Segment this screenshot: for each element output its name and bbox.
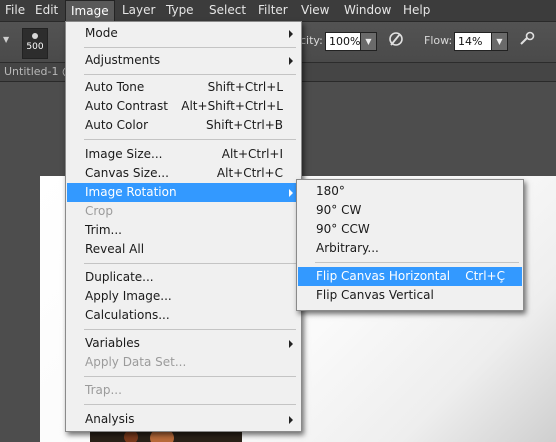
shortcut-text: Alt+Shift+Ctrl+L bbox=[181, 99, 283, 113]
flow-dropdown[interactable]: ▼ bbox=[491, 32, 508, 51]
opacity-field[interactable]: 100% bbox=[325, 32, 361, 51]
airbrush-icon[interactable] bbox=[516, 30, 538, 52]
menu-select[interactable]: Select bbox=[204, 0, 251, 21]
shortcut-text: Shift+Ctrl+B bbox=[206, 118, 283, 132]
menu-item-rotate-90-ccw[interactable]: 90° CCW bbox=[298, 220, 522, 239]
brush-size-value: 500 bbox=[26, 42, 44, 52]
menu-edit[interactable]: Edit bbox=[30, 0, 63, 21]
brush-preset-picker[interactable]: 500 bbox=[22, 28, 48, 59]
submenu-arrow-icon bbox=[289, 189, 293, 197]
menu-item-reveal-all[interactable]: Reveal All bbox=[67, 240, 300, 259]
menu-file[interactable]: File bbox=[0, 0, 30, 21]
shortcut-text: Alt+Ctrl+C bbox=[216, 166, 283, 180]
menu-filter[interactable]: Filter bbox=[253, 0, 293, 21]
menu-separator bbox=[315, 262, 519, 263]
menu-item-auto-tone[interactable]: Auto Tone Shift+Ctrl+L bbox=[67, 78, 300, 97]
menu-item-image-size[interactable]: Image Size... Alt+Ctrl+I bbox=[67, 145, 300, 164]
pressure-opacity-icon[interactable] bbox=[385, 30, 407, 52]
menu-type[interactable]: Type bbox=[161, 0, 199, 21]
menu-item-mode[interactable]: Mode bbox=[67, 24, 300, 43]
flow-field[interactable]: 14% bbox=[454, 32, 492, 51]
flow-label: Flow: bbox=[424, 34, 453, 47]
menu-help[interactable]: Help bbox=[398, 0, 435, 21]
menu-image[interactable]: Image bbox=[65, 0, 115, 21]
menu-item-rotate-90-cw[interactable]: 90° CW bbox=[298, 201, 522, 220]
menu-window[interactable]: Window bbox=[339, 0, 396, 21]
menu-separator bbox=[84, 376, 296, 377]
shortcut-text: Ctrl+Ç bbox=[465, 269, 505, 283]
menu-item-duplicate[interactable]: Duplicate... bbox=[67, 268, 300, 287]
menu-item-trap[interactable]: Trap... bbox=[67, 381, 300, 400]
menu-item-crop[interactable]: Crop bbox=[67, 202, 300, 221]
menu-view[interactable]: View bbox=[296, 0, 334, 21]
menu-separator bbox=[84, 263, 296, 264]
menu-layer[interactable]: Layer bbox=[117, 0, 160, 21]
menu-item-flip-canvas-horizontal[interactable]: Flip Canvas Horizontal Ctrl+Ç bbox=[298, 267, 522, 286]
menu-item-rotate-arbitrary[interactable]: Arbitrary... bbox=[298, 239, 522, 258]
menu-bar: File Edit Image Layer Type Select Filter… bbox=[0, 0, 556, 22]
menu-item-canvas-size[interactable]: Canvas Size... Alt+Ctrl+C bbox=[67, 164, 300, 183]
menu-item-auto-contrast[interactable]: Auto Contrast Alt+Shift+Ctrl+L bbox=[67, 97, 300, 116]
menu-separator bbox=[84, 139, 296, 140]
menu-separator bbox=[84, 404, 296, 405]
menu-item-rotate-180[interactable]: 180° bbox=[298, 182, 522, 201]
menu-separator bbox=[84, 47, 296, 48]
menu-item-flip-canvas-vertical[interactable]: Flip Canvas Vertical bbox=[298, 286, 522, 305]
submenu-arrow-icon bbox=[289, 340, 293, 348]
shortcut-text: Alt+Ctrl+I bbox=[221, 147, 283, 161]
menu-item-analysis[interactable]: Analysis bbox=[67, 410, 300, 429]
menu-item-trim[interactable]: Trim... bbox=[67, 221, 300, 240]
menu-separator bbox=[84, 74, 296, 75]
opacity-dropdown[interactable]: ▼ bbox=[360, 32, 377, 51]
menu-item-adjustments[interactable]: Adjustments bbox=[67, 51, 300, 70]
shortcut-text: Shift+Ctrl+L bbox=[207, 80, 283, 94]
image-rotation-submenu: 180° 90° CW 90° CCW Arbitrary... Flip Ca… bbox=[296, 179, 524, 311]
submenu-arrow-icon bbox=[289, 57, 293, 65]
menu-item-auto-color[interactable]: Auto Color Shift+Ctrl+B bbox=[67, 116, 300, 135]
opacity-label: city: bbox=[300, 34, 323, 47]
tool-preset-chevron-icon[interactable]: ▼ bbox=[3, 35, 9, 44]
menu-item-variables[interactable]: Variables bbox=[67, 334, 300, 353]
image-menu: Mode Adjustments Auto Tone Shift+Ctrl+L … bbox=[65, 21, 302, 432]
menu-separator bbox=[84, 329, 296, 330]
menu-item-image-rotation[interactable]: Image Rotation bbox=[67, 183, 300, 202]
document-tab-title: Untitled-1 @ bbox=[4, 65, 73, 78]
menu-item-calculations[interactable]: Calculations... bbox=[67, 306, 300, 325]
menu-item-apply-image[interactable]: Apply Image... bbox=[67, 287, 300, 306]
submenu-arrow-icon bbox=[289, 416, 293, 424]
brush-tip-icon bbox=[32, 33, 38, 39]
menu-item-apply-data-set[interactable]: Apply Data Set... bbox=[67, 353, 300, 372]
submenu-arrow-icon bbox=[289, 30, 293, 38]
